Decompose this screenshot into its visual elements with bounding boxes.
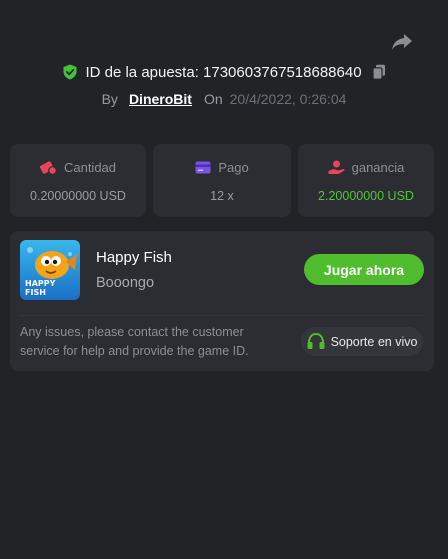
amount-value: 0.20000000 USD xyxy=(30,189,126,203)
headset-icon xyxy=(307,333,325,349)
author-row: By DineroBit On 20/4/2022, 0:26:04 xyxy=(0,89,448,109)
bet-id-row: ID de la apuesta: 1730603767518688640 xyxy=(0,62,448,82)
bet-date: 20/4/2022, 0:26:04 xyxy=(229,91,347,107)
game-panel: HAPPY FISH Happy Fish Booongo Jugar ahor… xyxy=(10,231,434,371)
share-button[interactable] xyxy=(390,32,414,52)
payout-value: 12 x xyxy=(210,189,234,203)
hand-coin-icon xyxy=(328,160,345,174)
live-support-label: Soporte en vivo xyxy=(330,334,418,349)
coins-icon xyxy=(39,160,57,175)
amount-label: Cantidad xyxy=(63,159,117,175)
thumbnail-text-happy: HAPPY xyxy=(25,279,56,288)
profit-value: 2.20000000 USD xyxy=(318,189,414,203)
game-provider: Booongo xyxy=(96,275,155,291)
payout-label: Pago xyxy=(218,159,249,175)
payout-card: Pago 12 x xyxy=(153,144,291,217)
support-help-text: Any issues, please contact the customer … xyxy=(20,325,249,358)
copy-icon[interactable] xyxy=(371,64,386,80)
thumbnail-text-fish: FISH xyxy=(25,288,46,297)
game-title[interactable]: Happy Fish xyxy=(96,249,172,266)
share-icon xyxy=(392,34,412,50)
on-label: On xyxy=(203,91,223,107)
author-link[interactable]: DineroBit xyxy=(129,91,192,107)
live-support-button[interactable]: Soporte en vivo xyxy=(301,327,423,356)
divider xyxy=(20,315,424,316)
amount-card: Cantidad 0.20000000 USD xyxy=(10,144,146,217)
profit-card: ganancia 2.20000000 USD xyxy=(298,144,434,217)
profit-label: ganancia xyxy=(351,159,405,175)
bet-id-label: ID de la apuesta: 1730603767518688640 xyxy=(85,63,362,81)
game-thumbnail[interactable]: HAPPY FISH xyxy=(20,240,80,300)
shield-check-icon xyxy=(63,64,77,80)
play-now-button[interactable]: Jugar ahora xyxy=(304,254,424,285)
by-label: By xyxy=(101,91,118,107)
card-icon xyxy=(195,161,211,173)
